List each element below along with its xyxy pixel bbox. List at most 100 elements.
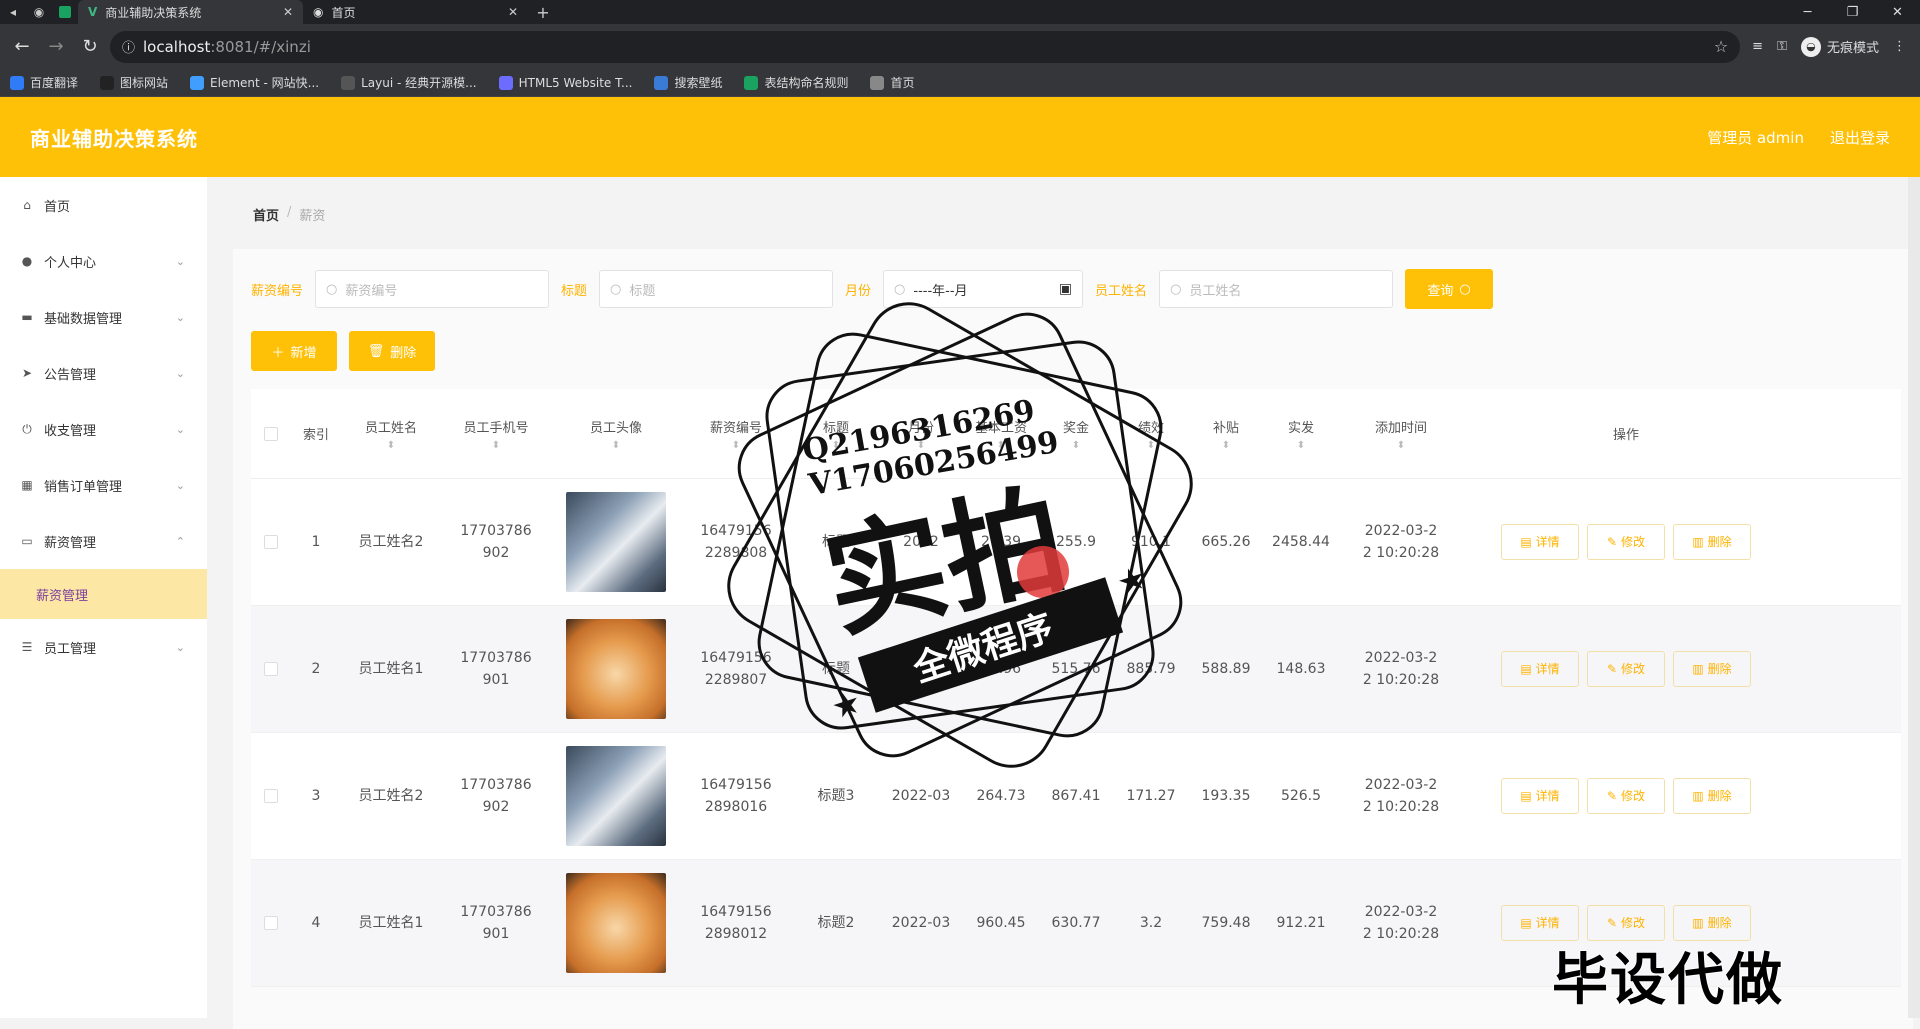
row-checkbox[interactable] bbox=[264, 535, 278, 549]
delete-button[interactable]: ▥ 删除 bbox=[1673, 778, 1751, 814]
main-content: 首页 / 薪资 薪资编号 ○ 薪资编号 标题 ○ 标题 月份 ○ ----年--… bbox=[207, 177, 1920, 1029]
bookmark-item[interactable]: Layui - 经典开源模... bbox=[341, 74, 477, 91]
edit-button[interactable]: ✎ 修改 bbox=[1587, 651, 1665, 687]
detail-button[interactable]: ▤ 详情 bbox=[1501, 524, 1579, 560]
sort-icon[interactable]: ⬍ bbox=[791, 440, 881, 451]
audio-icon[interactable]: ◂ bbox=[0, 0, 26, 24]
row-checkbox[interactable] bbox=[264, 916, 278, 930]
bookmark-label: Element - 网站快... bbox=[210, 76, 320, 90]
key-icon[interactable]: ⚿ bbox=[1777, 39, 1787, 54]
logout-link[interactable]: 退出登录 bbox=[1830, 127, 1890, 148]
employee-avatar[interactable] bbox=[566, 619, 666, 719]
employee-avatar[interactable] bbox=[566, 873, 666, 973]
back-icon[interactable]: ← bbox=[8, 33, 36, 61]
bookmark-item[interactable]: 搜索壁纸 bbox=[654, 74, 722, 91]
sort-icon[interactable]: ⬍ bbox=[1041, 440, 1111, 451]
sort-icon[interactable]: ⬍ bbox=[341, 440, 441, 451]
sidebar-item-employee[interactable]: ☰ 员工管理 ⌄ bbox=[0, 619, 207, 675]
bookmark-item[interactable]: HTML5 Website T... bbox=[498, 75, 632, 90]
sidebar-item-finance[interactable]: ⏻ 收支管理 ⌄ bbox=[0, 401, 207, 457]
forward-icon[interactable]: → bbox=[42, 33, 70, 61]
column-header[interactable]: 绩效 ⬍ bbox=[1111, 417, 1191, 451]
bookmark-item[interactable]: 图标网站 bbox=[100, 74, 168, 91]
star-icon[interactable]: ☆ bbox=[1714, 37, 1728, 56]
column-header[interactable]: 员工姓名 ⬍ bbox=[341, 417, 441, 451]
delete-button[interactable]: ▥ 删除 bbox=[1673, 651, 1751, 687]
grid-icon: ▦ bbox=[21, 478, 33, 492]
bookmark-icon bbox=[744, 75, 759, 90]
restore-icon[interactable]: ❐ bbox=[1830, 0, 1875, 24]
sort-icon[interactable]: ⬍ bbox=[441, 440, 551, 451]
sort-icon[interactable]: ⬍ bbox=[1341, 440, 1461, 451]
incognito-indicator[interactable]: ◒ 无痕模式 bbox=[1800, 36, 1879, 57]
edit-button[interactable]: ✎ 修改 bbox=[1587, 524, 1665, 560]
sort-icon[interactable]: ⬍ bbox=[961, 440, 1041, 451]
sidebar-item-sales-order[interactable]: ▦ 销售订单管理 ⌄ bbox=[0, 457, 207, 513]
globe-icon[interactable]: ◉ bbox=[26, 0, 52, 24]
sort-icon[interactable]: ⬍ bbox=[551, 440, 681, 451]
media-icon[interactable]: ≡ bbox=[1752, 39, 1763, 54]
column-header[interactable]: 补贴 ⬍ bbox=[1191, 417, 1261, 451]
tab-inactive[interactable]: ◉ 首页 ✕ bbox=[303, 0, 528, 24]
delete-button[interactable]: ▥ 删除 bbox=[1673, 524, 1751, 560]
bookmark-item[interactable]: 百度翻译 bbox=[10, 74, 78, 91]
column-header[interactable]: 员工头像 ⬍ bbox=[551, 417, 681, 451]
column-header[interactable]: 实发 ⬍ bbox=[1261, 417, 1341, 451]
column-header[interactable]: 月份 ⬍ bbox=[881, 417, 961, 451]
sidebar-item-profile[interactable]: ● 个人中心 ⌄ bbox=[0, 233, 207, 289]
row-select-cell bbox=[251, 789, 291, 803]
close-window-icon[interactable]: ✕ bbox=[1875, 0, 1920, 24]
bookmark-item[interactable]: 表结构命名规则 bbox=[744, 74, 848, 91]
url-field[interactable]: ⓘ localhost:8081/#/xinzi ☆ bbox=[110, 30, 1741, 63]
salary-code-input[interactable]: ○ 薪资编号 bbox=[315, 270, 550, 308]
calendar-icon[interactable]: ▣ bbox=[1059, 281, 1072, 297]
column-header[interactable]: 薪资编号 ⬍ bbox=[681, 417, 791, 451]
reload-icon[interactable]: ↻ bbox=[76, 33, 104, 61]
sidebar-subitem-salary[interactable]: 薪资管理 bbox=[0, 569, 207, 619]
sort-icon[interactable]: ⬍ bbox=[881, 440, 961, 451]
detail-button[interactable]: ▤ 详情 bbox=[1501, 778, 1579, 814]
salary-code-cell-line1: 16479156 bbox=[700, 777, 772, 793]
employee-avatar[interactable] bbox=[566, 492, 666, 592]
close-tab-icon[interactable]: ✕ bbox=[283, 5, 293, 19]
query-button[interactable]: 查询 ○ bbox=[1405, 269, 1494, 309]
column-header[interactable]: 添加时间 ⬍ bbox=[1341, 417, 1461, 451]
bookmark-item[interactable]: 首页 bbox=[870, 74, 915, 91]
bookmarks-bar: 百度翻译 图标网站 Element - 网站快... Layui - 经典开源模...… bbox=[0, 69, 1920, 97]
menu-dots-icon[interactable]: ⋮ bbox=[1893, 39, 1906, 54]
batch-delete-button[interactable]: 🗑 删除 bbox=[349, 331, 435, 371]
sort-icon[interactable]: ⬍ bbox=[1111, 440, 1191, 451]
sort-icon[interactable]: ⬍ bbox=[681, 440, 791, 451]
column-header[interactable]: 基本工资 ⬍ bbox=[961, 417, 1041, 451]
minimize-icon[interactable]: ─ bbox=[1785, 0, 1830, 24]
sort-icon[interactable]: ⬍ bbox=[1261, 440, 1341, 451]
sidebar-item-basic-data[interactable]: ▬ 基础数据管理 ⌄ bbox=[0, 289, 207, 345]
table-row: 2 员工姓名1 17703786 901 16479156 2289807 标题 87.96 5… bbox=[251, 606, 1901, 733]
tab-active[interactable]: V 商业辅助决策系统 ✕ bbox=[78, 0, 303, 24]
detail-button[interactable]: ▤ 详情 bbox=[1501, 651, 1579, 687]
employee-name-input[interactable]: ○ 员工姓名 bbox=[1159, 270, 1394, 308]
month-input[interactable]: ○ ----年--月 ▣ bbox=[883, 270, 1084, 308]
select-all-checkbox[interactable] bbox=[264, 426, 278, 441]
row-checkbox[interactable] bbox=[264, 789, 278, 803]
employee-name-placeholder: 员工姓名 bbox=[1189, 283, 1242, 299]
sidebar-item-notice[interactable]: ➤ 公告管理 ⌄ bbox=[0, 345, 207, 401]
column-header[interactable]: 标题 ⬍ bbox=[791, 417, 881, 451]
sidebar-item-salary[interactable]: ▭ 薪资管理 ⌃ bbox=[0, 513, 207, 569]
sort-icon[interactable]: ⬍ bbox=[1191, 440, 1261, 451]
sidebar-item-home[interactable]: ⌂ 首页 bbox=[0, 177, 207, 233]
subsidy-cell: 759.48 bbox=[1191, 912, 1261, 934]
breadcrumb-home[interactable]: 首页 bbox=[253, 205, 279, 224]
add-button[interactable]: ＋ 新增 bbox=[251, 331, 337, 371]
close-tab-icon[interactable]: ✕ bbox=[508, 5, 518, 19]
sheet-icon[interactable] bbox=[52, 0, 78, 24]
column-header[interactable]: 员工手机号 ⬍ bbox=[441, 417, 551, 451]
page-scrollbar[interactable] bbox=[1908, 177, 1920, 1018]
title-input[interactable]: ○ 标题 bbox=[599, 270, 834, 308]
row-checkbox[interactable] bbox=[264, 662, 278, 676]
column-header[interactable]: 奖金 ⬍ bbox=[1041, 417, 1111, 451]
new-tab-button[interactable]: + bbox=[528, 3, 558, 22]
bookmark-item[interactable]: Element - 网站快... bbox=[190, 74, 319, 91]
employee-avatar[interactable] bbox=[566, 746, 666, 846]
edit-button[interactable]: ✎ 修改 bbox=[1587, 778, 1665, 814]
